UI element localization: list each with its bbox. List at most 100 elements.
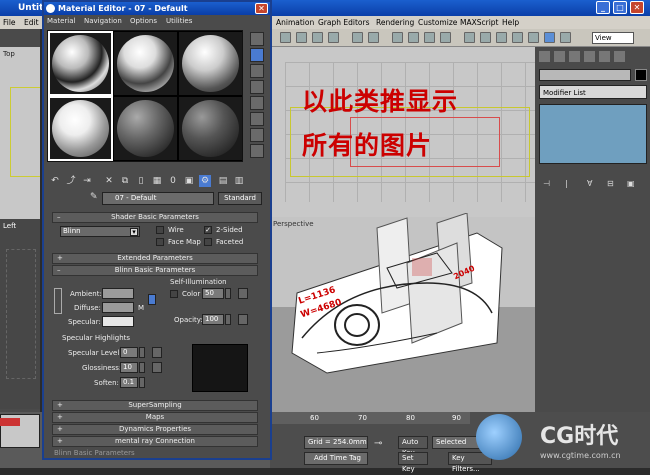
show-end-result-icon[interactable]: ⚙: [199, 175, 211, 187]
key-icon[interactable]: ⊸: [374, 438, 390, 449]
menu-file[interactable]: File: [3, 16, 16, 29]
sample-slot-2[interactable]: [114, 32, 177, 95]
material-type-button[interactable]: Standard: [218, 192, 262, 205]
add-time-tag-button[interactable]: Add Time Tag: [304, 452, 368, 465]
modifier-stack[interactable]: [539, 104, 647, 164]
link-icon[interactable]: [352, 32, 363, 43]
lock-ambient-diffuse-icon[interactable]: [54, 288, 62, 314]
chevron-down-icon[interactable]: ▾: [130, 228, 138, 236]
backlight-icon[interactable]: [250, 48, 264, 62]
close-icon[interactable]: ✕: [630, 1, 644, 14]
assign-to-selection-icon[interactable]: ⇥: [81, 175, 93, 187]
spec-level-value[interactable]: 0: [120, 347, 138, 358]
sample-type-icon[interactable]: [250, 32, 264, 46]
blinn-basic-rollup[interactable]: – Blinn Basic Parameters: [52, 265, 258, 276]
make-preview-icon[interactable]: [250, 112, 264, 126]
specular-swatch[interactable]: [102, 316, 134, 327]
maximize-icon[interactable]: □: [613, 1, 627, 14]
show-map-in-viewport-icon[interactable]: ▣: [183, 175, 195, 187]
select-by-material-icon[interactable]: [250, 144, 264, 158]
hierarchy-tab-icon[interactable]: [569, 51, 580, 62]
configure-sets-icon[interactable]: ▣: [627, 179, 635, 188]
utilities-tab-icon[interactable]: [614, 51, 625, 62]
top-viewport-edge[interactable]: Top: [0, 47, 40, 237]
material-name-field[interactable]: 07 - Default: [102, 192, 214, 205]
get-material-icon[interactable]: ↶: [49, 175, 61, 187]
supersampling-rollup[interactable]: + SuperSampling: [52, 400, 258, 411]
sample-slot-3[interactable]: [179, 32, 242, 95]
wire-checkbox[interactable]: [156, 226, 164, 234]
unlink-icon[interactable]: [368, 32, 379, 43]
options-icon[interactable]: [250, 128, 264, 142]
object-color-swatch[interactable]: [635, 69, 647, 81]
reset-map-icon[interactable]: ✕: [103, 175, 115, 187]
me-menu-utilities[interactable]: Utilities: [166, 15, 192, 27]
render-setup-icon[interactable]: [560, 32, 571, 43]
make-unique-icon[interactable]: ∀: [587, 179, 592, 188]
mirror-icon[interactable]: [464, 32, 475, 43]
show-end-result-icon[interactable]: |: [565, 179, 568, 188]
dynamics-properties-rollup[interactable]: + Dynamics Properties: [52, 424, 258, 435]
modify-tab-icon[interactable]: [554, 51, 565, 62]
material-editor-icon[interactable]: [544, 32, 555, 43]
select-icon[interactable]: [280, 32, 291, 43]
go-forward-to-sibling-icon[interactable]: ▥: [233, 175, 245, 187]
eyedropper-icon[interactable]: ✎: [90, 192, 98, 202]
soften-value[interactable]: 0.1: [120, 377, 138, 388]
menu-graph-editors[interactable]: Graph Editors: [318, 16, 370, 29]
menu-help[interactable]: Help: [502, 16, 519, 29]
rotate-icon[interactable]: [312, 32, 323, 43]
background-icon[interactable]: [250, 64, 264, 78]
shader-basic-rollup[interactable]: – Shader Basic Parameters: [52, 212, 258, 223]
spec-level-spinner[interactable]: [139, 347, 145, 358]
display-tab-icon[interactable]: [599, 51, 610, 62]
view-dropdown[interactable]: View: [592, 32, 634, 44]
opacity-spinner[interactable]: [225, 314, 231, 325]
maps-rollup[interactable]: + Maps: [52, 412, 258, 423]
self-illum-spinner[interactable]: [225, 288, 231, 299]
soften-spinner[interactable]: [139, 377, 145, 388]
sample-slot-6[interactable]: [179, 97, 242, 160]
menu-customize[interactable]: Customize: [418, 16, 457, 29]
me-menu-options[interactable]: Options: [130, 15, 157, 27]
ambient-swatch[interactable]: [102, 288, 134, 299]
me-menu-navigation[interactable]: Navigation: [84, 15, 122, 27]
spec-level-map-button[interactable]: [152, 347, 162, 358]
sample-uv-tiling-icon[interactable]: [250, 80, 264, 94]
video-color-check-icon[interactable]: [250, 96, 264, 110]
timeline-ruler[interactable]: 60 70 80 90: [270, 412, 470, 424]
minimize-icon[interactable]: _: [596, 1, 610, 14]
menu-animation[interactable]: Animation: [276, 16, 314, 29]
put-to-library-icon[interactable]: ▦: [151, 175, 163, 187]
material-id-icon[interactable]: 0: [167, 175, 179, 187]
mental-ray-connection-rollup[interactable]: + mental ray Connection: [52, 436, 258, 447]
glossiness-map-button[interactable]: [152, 362, 162, 373]
opacity-map-button[interactable]: [238, 314, 248, 325]
set-key-button[interactable]: Set Key: [398, 452, 428, 473]
curve-editor-icon[interactable]: [512, 32, 523, 43]
faceted-checkbox[interactable]: [204, 238, 212, 246]
layer-icon[interactable]: [496, 32, 507, 43]
spinner-snap-icon[interactable]: [440, 32, 451, 43]
close-icon[interactable]: ✕: [255, 3, 268, 14]
two-sided-checkbox[interactable]: ✓: [204, 226, 212, 234]
pin-stack-icon[interactable]: ⊣: [543, 179, 550, 188]
snap-icon[interactable]: [392, 32, 403, 43]
self-illum-map-button[interactable]: [238, 288, 248, 299]
auto-key-button[interactable]: Auto Key: [398, 436, 428, 457]
me-menu-material[interactable]: Material: [47, 15, 75, 27]
face-map-checkbox[interactable]: [156, 238, 164, 246]
left-viewport-edge[interactable]: Left: [0, 219, 40, 409]
lock-diffuse-specular-icon[interactable]: [148, 294, 156, 305]
self-illum-value[interactable]: 50: [202, 288, 224, 299]
motion-tab-icon[interactable]: [584, 51, 595, 62]
create-tab-icon[interactable]: [539, 51, 550, 62]
sample-slot-1[interactable]: [48, 31, 113, 96]
modifier-list-dropdown[interactable]: Modifier List: [539, 85, 647, 99]
opacity-value[interactable]: 100: [202, 314, 224, 325]
menu-rendering[interactable]: Rendering: [376, 16, 414, 29]
angle-snap-icon[interactable]: [408, 32, 419, 43]
object-name-field[interactable]: [539, 69, 631, 81]
remove-modifier-icon[interactable]: ⊟: [607, 179, 614, 188]
menu-edit[interactable]: Edit: [24, 16, 39, 29]
